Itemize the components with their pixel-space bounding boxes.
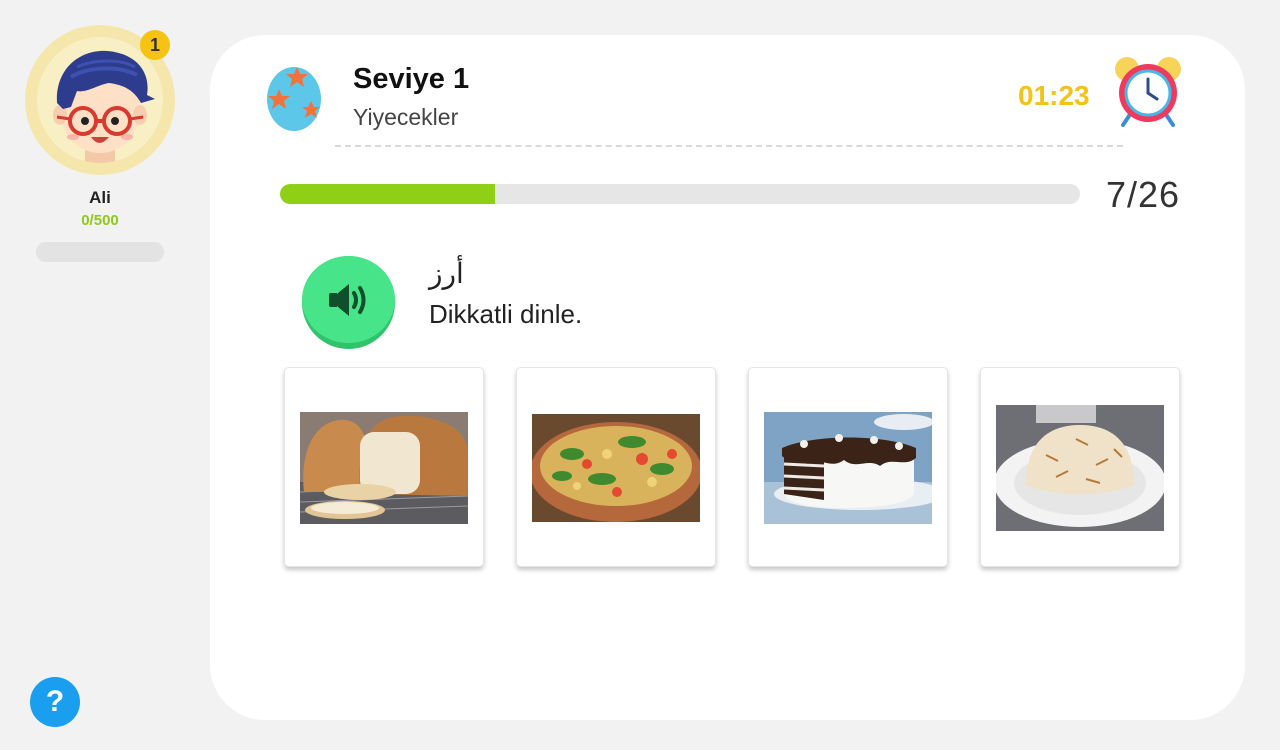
rice-pilaf-image bbox=[996, 405, 1164, 531]
user-name: Ali bbox=[89, 188, 111, 207]
category-label: Yiyecekler bbox=[353, 104, 459, 130]
chocolate-cake-image bbox=[764, 412, 932, 524]
level-badge: 1 bbox=[140, 30, 170, 60]
progress-count: 7/26 bbox=[1106, 174, 1181, 215]
pasta-salad-image bbox=[532, 414, 700, 522]
level-title: Seviye 1 bbox=[353, 63, 470, 95]
header-divider bbox=[335, 145, 1123, 147]
user-points-bar bbox=[36, 242, 164, 262]
answer-option-2[interactable] bbox=[516, 367, 716, 567]
egg-icon bbox=[267, 67, 321, 131]
bread-image bbox=[300, 412, 468, 524]
answer-option-3[interactable] bbox=[748, 367, 948, 567]
timer-text: 01:23 bbox=[1018, 80, 1090, 111]
target-word: أرز bbox=[429, 257, 464, 290]
answer-option-4[interactable] bbox=[980, 367, 1180, 567]
play-sound-button[interactable] bbox=[302, 256, 395, 349]
speaker-icon bbox=[328, 283, 365, 316]
help-button[interactable]: ? bbox=[30, 677, 80, 727]
instruction-text: Dikkatli dinle. bbox=[429, 299, 583, 329]
lesson-progress-fill bbox=[280, 184, 496, 204]
user-points: 0/500 bbox=[81, 212, 119, 229]
lesson-progress-bar bbox=[280, 184, 1080, 204]
lesson-card: Seviye 1 Yiyecekler 01:23 7/26 أرز Dikka… bbox=[210, 35, 1245, 720]
answer-option-1[interactable] bbox=[284, 367, 484, 567]
alarm-clock-icon bbox=[1115, 57, 1181, 127]
